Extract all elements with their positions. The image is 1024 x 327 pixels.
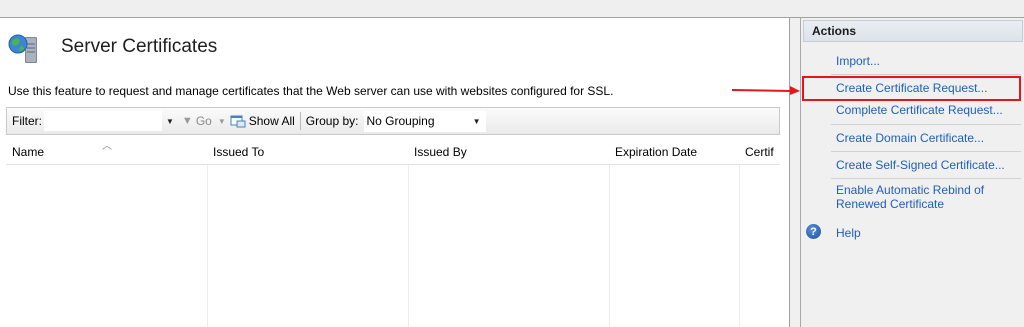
column-divider — [609, 165, 610, 327]
table-header: Name ︿ Issued To Issued By Expiration Da… — [6, 139, 780, 165]
top-strip — [0, 0, 1024, 18]
enable-automatic-rebind-link[interactable]: Enable Automatic Rebind of Renewed Certi… — [836, 183, 984, 211]
create-domain-certificate-link[interactable]: Create Domain Certificate... — [836, 131, 984, 145]
table-body — [6, 165, 780, 327]
highlight-box — [802, 76, 1021, 101]
column-header-issued-by[interactable]: Issued By — [408, 139, 609, 165]
funnel-icon: ▼ — [181, 115, 193, 127]
actions-separator — [831, 74, 1021, 75]
import-link[interactable]: Import... — [836, 54, 880, 68]
help-link[interactable]: Help — [836, 226, 861, 240]
column-header-name[interactable]: Name ︿ — [6, 139, 207, 165]
actions-separator — [831, 124, 1021, 125]
chevron-down-icon: ▼ — [472, 116, 481, 126]
filter-toolbar: Filter: ▼ ▼ Go ▼ Show All Group by: No G… — [6, 107, 780, 135]
column-header-issued-to[interactable]: Issued To — [207, 139, 408, 165]
main-panel: Server Certificates Use this feature to … — [0, 18, 790, 327]
red-arrow-icon — [732, 86, 800, 95]
rebind-line-2: Renewed Certificate — [836, 197, 945, 211]
column-divider — [207, 165, 208, 327]
column-divider — [739, 165, 740, 327]
toolbar-separator — [299, 112, 301, 130]
group-by-select[interactable]: No Grouping ▼ — [364, 110, 487, 132]
filter-dropdown-icon[interactable]: ▼ — [166, 117, 174, 126]
sort-caret-icon: ︿ — [102, 141, 112, 152]
help-icon[interactable]: ? — [806, 224, 821, 239]
filter-label: Filter: — [12, 114, 42, 128]
complete-certificate-request-link[interactable]: Complete Certificate Request... — [836, 103, 1003, 117]
filter-input[interactable] — [44, 111, 162, 131]
page-title: Server Certificates — [61, 36, 218, 57]
column-header-expiration-date[interactable]: Expiration Date — [609, 139, 739, 165]
actions-pane: Actions Import... Create Certificate Req… — [800, 18, 1024, 327]
server-certificates-icon — [8, 34, 37, 63]
actions-separator — [831, 151, 1021, 152]
actions-separator — [831, 178, 1021, 179]
create-self-signed-certificate-link[interactable]: Create Self-Signed Certificate... — [836, 158, 1005, 172]
go-button[interactable]: Go — [196, 114, 212, 128]
group-by-label: Group by: — [305, 114, 359, 128]
column-divider — [408, 165, 409, 327]
certificates-table: Name ︿ Issued To Issued By Expiration Da… — [6, 139, 780, 327]
column-header-certificate[interactable]: Certif — [739, 139, 780, 165]
show-all-icon — [230, 115, 246, 128]
rebind-line-1: Enable Automatic Rebind of — [836, 183, 985, 197]
page-description: Use this feature to request and manage c… — [8, 84, 614, 98]
actions-header: Actions — [803, 20, 1023, 42]
go-dropdown-icon[interactable]: ▼ — [218, 117, 226, 126]
group-by-value: No Grouping — [366, 114, 435, 128]
show-all-button[interactable]: Show All — [249, 114, 295, 128]
